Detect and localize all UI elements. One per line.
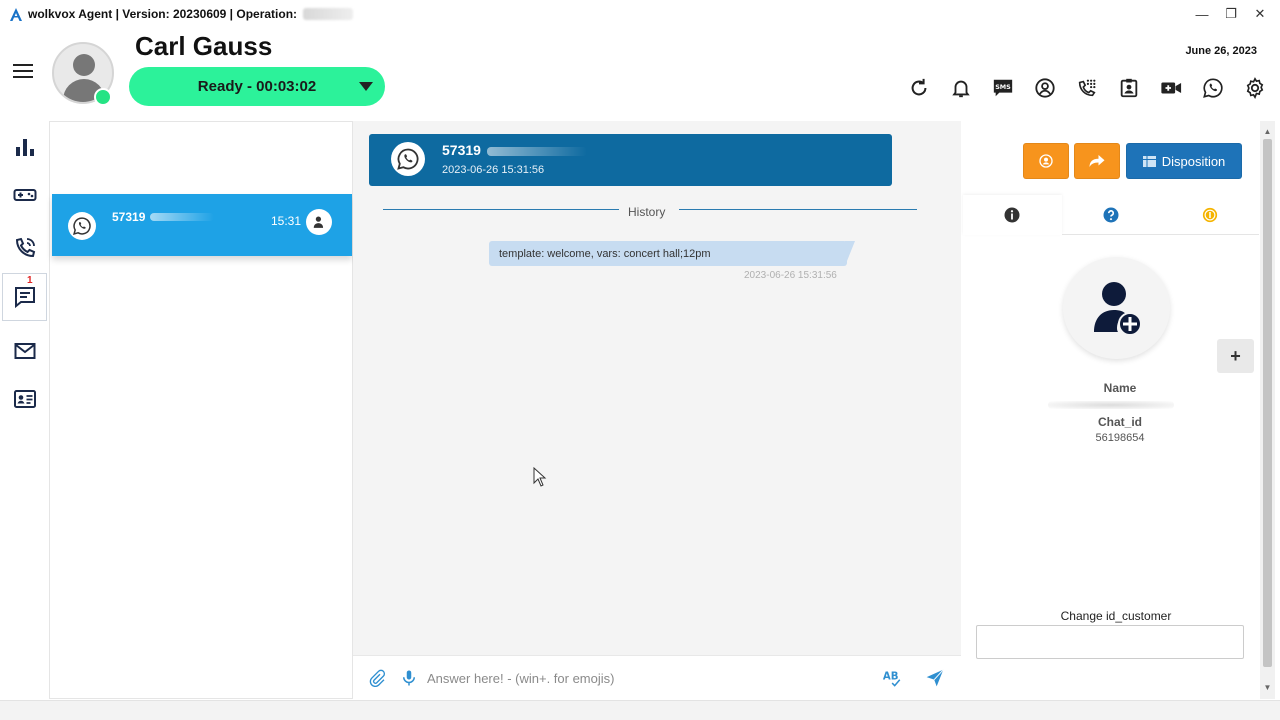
chat-item-number: 57319 [112, 210, 146, 224]
message-composer: AB [353, 655, 961, 699]
gamepad-icon[interactable] [8, 178, 42, 212]
restore-button[interactable]: ❐ [1217, 4, 1245, 24]
svg-text:SMS: SMS [995, 83, 1011, 91]
conversation-header: 57319 2023-06-26 15:31:56 [369, 134, 892, 186]
app-logo-icon [8, 6, 24, 22]
chat-item-time: 15:31 [271, 214, 302, 228]
message-time: 2023-06-26 15:31:56 [744, 270, 837, 281]
disposition-label: Disposition [1161, 153, 1226, 169]
assign-agent-icon[interactable] [306, 209, 332, 235]
sms-icon[interactable]: SMS [982, 74, 1024, 102]
message-bubble: template: welcome, vars: concert hall;12… [489, 241, 855, 266]
history-divider-right [679, 209, 917, 210]
contact-tabs [963, 195, 1260, 235]
coin-icon [1202, 207, 1217, 222]
whatsapp-icon [391, 142, 425, 176]
contact-card-icon[interactable] [1108, 74, 1150, 102]
microphone-icon[interactable] [399, 668, 419, 688]
tab-help[interactable] [1061, 195, 1161, 235]
spellcheck-icon[interactable]: AB [881, 668, 905, 688]
scrollbar[interactable]: ▲ ▼ [1260, 121, 1275, 699]
scroll-up-icon[interactable]: ▲ [1262, 127, 1273, 136]
operation-blurred [303, 8, 354, 20]
whatsapp-icon [68, 212, 96, 240]
mail-icon[interactable] [8, 334, 42, 368]
conversation-number: 57319 [442, 142, 481, 158]
info-icon [1004, 207, 1020, 223]
chat-icon[interactable] [8, 280, 42, 314]
close-button[interactable]: ✕ [1246, 4, 1274, 24]
bell-icon[interactable] [940, 74, 982, 102]
add-user-icon [1093, 282, 1142, 336]
chat-list-item[interactable]: 57319 15:31 [52, 194, 352, 256]
name-value-redaction [1048, 401, 1174, 409]
disposition-button[interactable]: Disposition [1126, 143, 1242, 179]
tab-coins[interactable] [1160, 195, 1260, 235]
chevron-down-icon [359, 82, 373, 91]
user-circle-icon[interactable] [1024, 74, 1066, 102]
chat-id-value: 56198654 [1095, 432, 1145, 444]
transfer-button[interactable] [1074, 143, 1120, 179]
menu-icon[interactable] [13, 62, 33, 80]
number-redaction [150, 213, 214, 221]
message-text: template: welcome, vars: concert hall;12… [499, 247, 711, 260]
svg-text:AB: AB [883, 672, 899, 683]
history-label: History [628, 205, 666, 219]
agent-name: Carl Gauss [135, 31, 273, 61]
scrollbar-thumb[interactable] [1263, 139, 1272, 667]
name-label: Name [1103, 381, 1137, 395]
status-dot-icon [94, 88, 112, 106]
minimize-button[interactable]: — [1188, 4, 1216, 24]
current-date: June 26, 2023 [1185, 45, 1257, 57]
stats-icon[interactable] [8, 130, 42, 164]
whatsapp-icon[interactable] [1192, 74, 1234, 102]
add-field-button[interactable]: + [1217, 339, 1254, 373]
conversation-timestamp: 2023-06-26 15:31:56 [442, 164, 545, 176]
change-id-input[interactable] [976, 625, 1244, 659]
status-dropdown[interactable]: Ready - 00:03:02 [129, 67, 385, 106]
change-id-label: Change id_customer [1060, 609, 1172, 623]
attach-icon[interactable] [367, 668, 387, 688]
message-input[interactable] [427, 668, 867, 688]
title-bar: wolkvox Agent | Version: 20230609 | Oper… [0, 0, 1280, 28]
refresh-icon[interactable] [898, 74, 940, 102]
number-redaction [487, 147, 587, 156]
chat-id-label: Chat_id [1097, 415, 1142, 429]
bottom-bar [0, 700, 1280, 720]
status-text: Ready - 00:03:02 [197, 78, 317, 95]
add-contact-avatar[interactable] [1063, 257, 1170, 359]
gear-icon[interactable] [1234, 74, 1276, 102]
id-card-icon[interactable] [8, 382, 42, 416]
help-icon [1103, 207, 1119, 222]
send-icon[interactable] [925, 668, 945, 688]
contact-button[interactable] [1023, 143, 1069, 179]
phone-icon[interactable] [8, 231, 42, 265]
video-icon[interactable] [1150, 74, 1192, 102]
tab-info[interactable] [963, 195, 1062, 235]
scroll-down-icon[interactable]: ▼ [1262, 683, 1273, 692]
window-title: wolkvox Agent | Version: 20230609 | Oper… [28, 7, 298, 21]
mouse-cursor-icon [533, 466, 547, 492]
toolbar: SMS [898, 74, 1276, 102]
dialpad-icon[interactable] [1066, 74, 1108, 102]
history-divider-left [383, 209, 619, 210]
